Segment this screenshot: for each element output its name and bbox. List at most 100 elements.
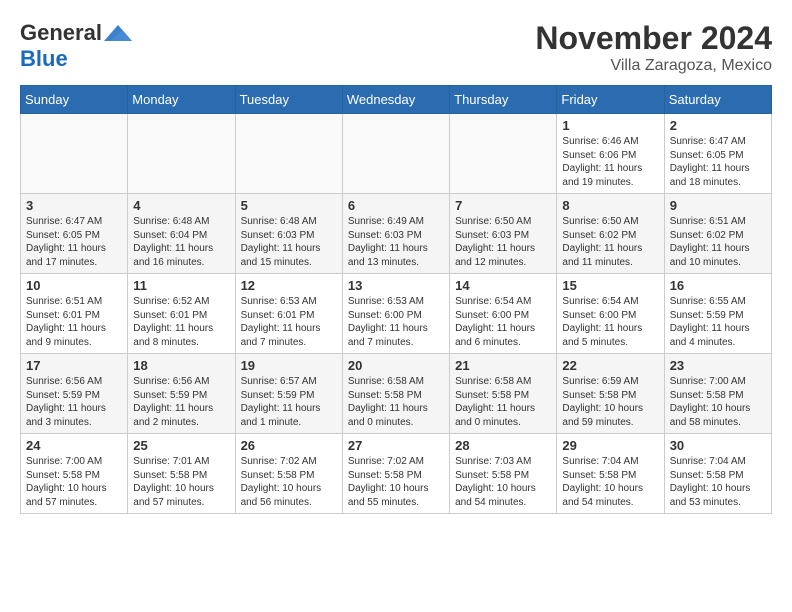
day-info: Sunrise: 6:54 AM Sunset: 6:00 PM Dayligh… xyxy=(455,295,551,349)
day-info: Sunrise: 6:51 AM Sunset: 6:01 PM Dayligh… xyxy=(26,295,122,349)
day-info: Sunrise: 7:04 AM Sunset: 5:58 PM Dayligh… xyxy=(562,455,658,509)
day-number: 16 xyxy=(670,278,766,293)
calendar-cell: 15 Sunrise: 6:54 AM Sunset: 6:00 PM Dayli… xyxy=(557,274,664,354)
calendar-cell: 12 Sunrise: 6:53 AM Sunset: 6:01 PM Dayli… xyxy=(235,274,342,354)
calendar-cell: 7 Sunrise: 6:50 AM Sunset: 6:03 PM Daylig… xyxy=(450,194,557,274)
calendar-cell: 26 Sunrise: 7:02 AM Sunset: 5:58 PM Dayli… xyxy=(235,434,342,514)
month-year: November 2024 xyxy=(535,20,772,57)
weekday-header-wednesday: Wednesday xyxy=(342,86,449,114)
calendar-cell: 28 Sunrise: 7:03 AM Sunset: 5:58 PM Dayli… xyxy=(450,434,557,514)
day-info: Sunrise: 6:47 AM Sunset: 6:05 PM Dayligh… xyxy=(26,215,122,269)
calendar-week-3: 10 Sunrise: 6:51 AM Sunset: 6:01 PM Dayli… xyxy=(21,274,772,354)
day-number: 25 xyxy=(133,438,229,453)
day-number: 13 xyxy=(348,278,444,293)
day-number: 2 xyxy=(670,118,766,133)
calendar-cell: 3 Sunrise: 6:47 AM Sunset: 6:05 PM Daylig… xyxy=(21,194,128,274)
calendar: SundayMondayTuesdayWednesdayThursdayFrid… xyxy=(20,85,772,514)
day-info: Sunrise: 6:50 AM Sunset: 6:03 PM Dayligh… xyxy=(455,215,551,269)
calendar-cell: 13Sunrise: 6:53 AM Sunset: 6:00 PM Dayli… xyxy=(342,274,449,354)
day-number: 15 xyxy=(562,278,658,293)
calendar-cell: 24 Sunrise: 7:00 AM Sunset: 5:58 PM Dayli… xyxy=(21,434,128,514)
day-info: Sunrise: 6:46 AM Sunset: 6:06 PM Dayligh… xyxy=(562,135,658,189)
day-number: 6 xyxy=(348,198,444,213)
weekday-header-row: SundayMondayTuesdayWednesdayThursdayFrid… xyxy=(21,86,772,114)
day-info: Sunrise: 6:51 AM Sunset: 6:02 PM Dayligh… xyxy=(670,215,766,269)
calendar-cell: 2 Sunrise: 6:47 AM Sunset: 6:05 PM Daylig… xyxy=(664,114,771,194)
calendar-cell: 23Sunrise: 7:00 AM Sunset: 5:58 PM Dayli… xyxy=(664,354,771,434)
calendar-cell xyxy=(235,114,342,194)
day-info: Sunrise: 6:55 AM Sunset: 5:59 PM Dayligh… xyxy=(670,295,766,349)
calendar-cell: 22 Sunrise: 6:59 AM Sunset: 5:58 PM Dayli… xyxy=(557,354,664,434)
day-number: 24 xyxy=(26,438,122,453)
weekday-header-tuesday: Tuesday xyxy=(235,86,342,114)
day-info: Sunrise: 7:04 AM Sunset: 5:58 PM Dayligh… xyxy=(670,455,766,509)
day-info: Sunrise: 6:47 AM Sunset: 6:05 PM Dayligh… xyxy=(670,135,766,189)
day-info: Sunrise: 7:01 AM Sunset: 5:58 PM Dayligh… xyxy=(133,455,229,509)
weekday-header-sunday: Sunday xyxy=(21,86,128,114)
header: General Blue November 2024 Villa Zaragoz… xyxy=(20,20,772,75)
day-number: 18 xyxy=(133,358,229,373)
calendar-cell: 1Sunrise: 6:46 AM Sunset: 6:06 PM Daylig… xyxy=(557,114,664,194)
day-info: Sunrise: 7:02 AM Sunset: 5:58 PM Dayligh… xyxy=(348,455,444,509)
day-number: 29 xyxy=(562,438,658,453)
day-info: Sunrise: 6:58 AM Sunset: 5:58 PM Dayligh… xyxy=(348,375,444,429)
day-info: Sunrise: 6:53 AM Sunset: 6:01 PM Dayligh… xyxy=(241,295,337,349)
calendar-cell xyxy=(342,114,449,194)
day-info: Sunrise: 6:54 AM Sunset: 6:00 PM Dayligh… xyxy=(562,295,658,349)
day-number: 14 xyxy=(455,278,551,293)
day-info: Sunrise: 6:52 AM Sunset: 6:01 PM Dayligh… xyxy=(133,295,229,349)
day-info: Sunrise: 6:56 AM Sunset: 5:59 PM Dayligh… xyxy=(133,375,229,429)
calendar-cell: 17Sunrise: 6:56 AM Sunset: 5:59 PM Dayli… xyxy=(21,354,128,434)
calendar-cell xyxy=(450,114,557,194)
weekday-header-monday: Monday xyxy=(128,86,235,114)
calendar-cell: 6Sunrise: 6:49 AM Sunset: 6:03 PM Daylig… xyxy=(342,194,449,274)
day-info: Sunrise: 7:03 AM Sunset: 5:58 PM Dayligh… xyxy=(455,455,551,509)
calendar-cell: 20 Sunrise: 6:58 AM Sunset: 5:58 PM Dayli… xyxy=(342,354,449,434)
day-number: 26 xyxy=(241,438,337,453)
day-info: Sunrise: 6:58 AM Sunset: 5:58 PM Dayligh… xyxy=(455,375,551,429)
day-info: Sunrise: 6:59 AM Sunset: 5:58 PM Dayligh… xyxy=(562,375,658,429)
calendar-cell: 10 Sunrise: 6:51 AM Sunset: 6:01 PM Dayli… xyxy=(21,274,128,354)
calendar-week-4: 17 Sunrise: 6:56 AM Sunset: 5:59 PM Dayli… xyxy=(21,354,772,434)
day-number: 21 xyxy=(455,358,551,373)
day-number: 22 xyxy=(562,358,658,373)
day-number: 19 xyxy=(241,358,337,373)
weekday-header-friday: Friday xyxy=(557,86,664,114)
calendar-cell: 5Sunrise: 6:48 AM Sunset: 6:03 PM Daylig… xyxy=(235,194,342,274)
day-number: 17 xyxy=(26,358,122,373)
day-info: Sunrise: 6:50 AM Sunset: 6:02 PM Dayligh… xyxy=(562,215,658,269)
calendar-body: 1Sunrise: 6:46 AM Sunset: 6:06 PM Daylig… xyxy=(21,114,772,514)
calendar-cell xyxy=(128,114,235,194)
calendar-cell: 29 Sunrise: 7:04 AM Sunset: 5:58 PM Dayli… xyxy=(557,434,664,514)
page: General Blue November 2024 Villa Zaragoz… xyxy=(0,0,792,524)
calendar-cell: 4 Sunrise: 6:48 AM Sunset: 6:04 PM Daylig… xyxy=(128,194,235,274)
day-number: 23 xyxy=(670,358,766,373)
day-number: 10 xyxy=(26,278,122,293)
logo-icon xyxy=(104,23,132,43)
day-number: 12 xyxy=(241,278,337,293)
calendar-cell: 30 Sunrise: 7:04 AM Sunset: 5:58 PM Dayli… xyxy=(664,434,771,514)
calendar-cell xyxy=(21,114,128,194)
day-number: 4 xyxy=(133,198,229,213)
day-number: 20 xyxy=(348,358,444,373)
day-number: 7 xyxy=(455,198,551,213)
day-info: Sunrise: 7:02 AM Sunset: 5:58 PM Dayligh… xyxy=(241,455,337,509)
day-info: Sunrise: 7:00 AM Sunset: 5:58 PM Dayligh… xyxy=(26,455,122,509)
calendar-cell: 8Sunrise: 6:50 AM Sunset: 6:02 PM Daylig… xyxy=(557,194,664,274)
day-info: Sunrise: 6:57 AM Sunset: 5:59 PM Dayligh… xyxy=(241,375,337,429)
day-number: 3 xyxy=(26,198,122,213)
logo-blue-text: Blue xyxy=(20,46,68,72)
day-number: 30 xyxy=(670,438,766,453)
calendar-cell: 14 Sunrise: 6:54 AM Sunset: 6:00 PM Dayli… xyxy=(450,274,557,354)
day-info: Sunrise: 6:48 AM Sunset: 6:03 PM Dayligh… xyxy=(241,215,337,269)
calendar-cell: 25 Sunrise: 7:01 AM Sunset: 5:58 PM Dayli… xyxy=(128,434,235,514)
calendar-cell: 21 Sunrise: 6:58 AM Sunset: 5:58 PM Dayli… xyxy=(450,354,557,434)
day-info: Sunrise: 6:48 AM Sunset: 6:04 PM Dayligh… xyxy=(133,215,229,269)
logo: General Blue xyxy=(20,20,132,72)
day-number: 28 xyxy=(455,438,551,453)
calendar-cell: 9Sunrise: 6:51 AM Sunset: 6:02 PM Daylig… xyxy=(664,194,771,274)
calendar-header: SundayMondayTuesdayWednesdayThursdayFrid… xyxy=(21,86,772,114)
calendar-cell: 11Sunrise: 6:52 AM Sunset: 6:01 PM Dayli… xyxy=(128,274,235,354)
logo-text: General xyxy=(20,20,132,46)
calendar-week-2: 3 Sunrise: 6:47 AM Sunset: 6:05 PM Daylig… xyxy=(21,194,772,274)
